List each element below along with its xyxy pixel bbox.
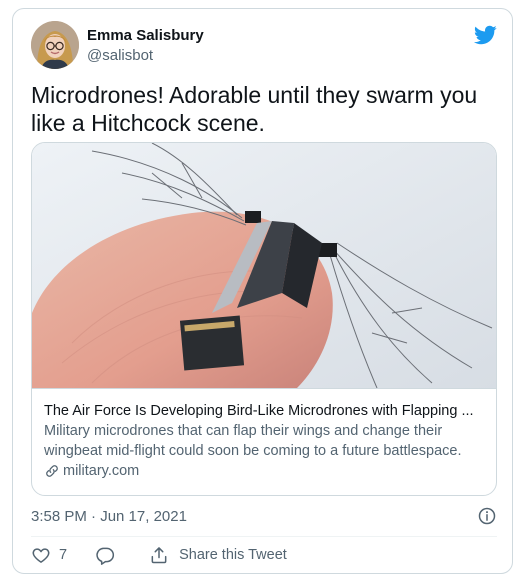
link-icon (46, 465, 58, 477)
like-button[interactable]: 7 (31, 545, 67, 565)
bird-logo-icon[interactable] (473, 23, 497, 47)
share-label: Share this Tweet (179, 547, 287, 563)
author-names[interactable]: Emma Salisbury @salisbot (87, 26, 204, 66)
link-title[interactable]: The Air Force Is Developing Bird-Like Mi… (44, 401, 486, 421)
action-bar: 7 Share this Tweet (31, 543, 287, 567)
tweet-header: Emma Salisbury @salisbot (31, 21, 497, 71)
reply-icon (96, 547, 115, 565)
author-display-name[interactable]: Emma Salisbury (87, 26, 204, 46)
link-preview-meta[interactable]: The Air Force Is Developing Bird-Like Mi… (32, 388, 496, 495)
link-preview-card[interactable]: The Air Force Is Developing Bird-Like Mi… (31, 142, 497, 496)
tweet-card[interactable]: Emma Salisbury @salisbot Microdrones! Ad… (12, 8, 513, 574)
tweet-text: Microdrones! Adorable until they swarm y… (31, 82, 478, 136)
link-domain[interactable]: military.com (63, 461, 139, 481)
tweet-timestamp[interactable]: 3:58 PM · Jun 17, 2021 (31, 508, 187, 525)
link-preview-image[interactable] (32, 143, 496, 388)
link-domain-row[interactable]: military.com (44, 461, 486, 481)
heart-icon (32, 548, 50, 563)
like-count: 7 (59, 547, 68, 563)
share-icon (151, 547, 167, 564)
avatar[interactable] (31, 21, 79, 69)
divider (31, 536, 497, 537)
link-description: Military microdrones that can flap their… (44, 423, 462, 459)
info-icon[interactable] (477, 506, 497, 526)
author-handle[interactable]: @salisbot (87, 46, 204, 66)
timestamp-row: 3:58 PM · Jun 17, 2021 (31, 505, 497, 527)
reply-button[interactable] (95, 545, 115, 565)
share-button[interactable]: Share this Tweet (149, 545, 287, 565)
